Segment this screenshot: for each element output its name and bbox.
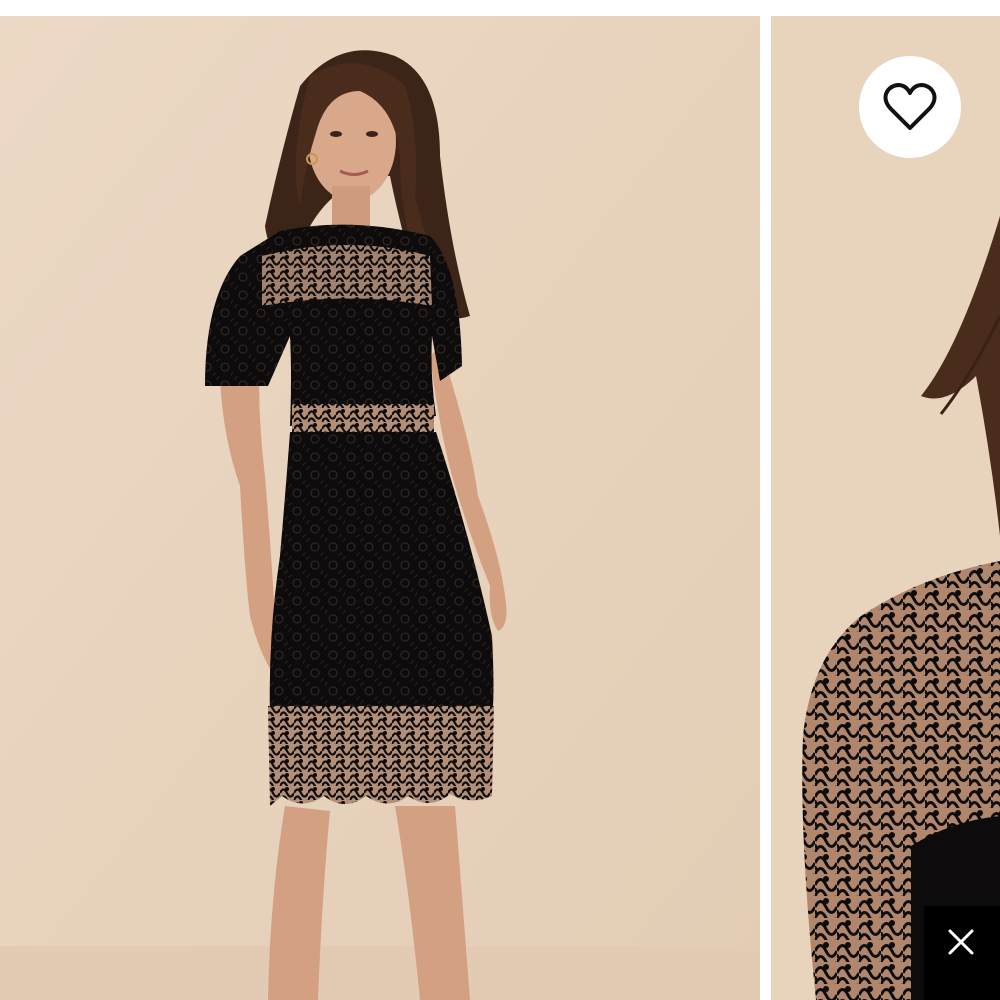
- product-image-main[interactable]: [0, 16, 760, 1000]
- favorite-button[interactable]: [859, 56, 961, 158]
- close-overlay-button[interactable]: [924, 906, 1000, 1000]
- lace-closeup-photo: [771, 16, 1000, 1000]
- heart-outline-icon: [883, 83, 937, 130]
- product-image-viewer: [0, 0, 1000, 1000]
- model-photo: [0, 16, 760, 1000]
- close-icon: [948, 929, 974, 955]
- product-image-detail[interactable]: [771, 16, 1000, 1000]
- image-gallery[interactable]: [0, 16, 1000, 1000]
